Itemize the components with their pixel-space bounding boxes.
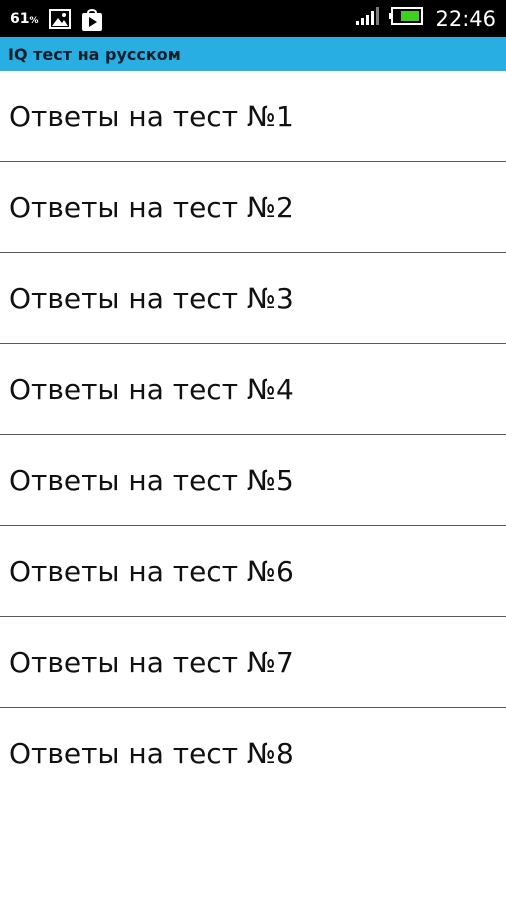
battery-percent-text: 61%: [10, 10, 39, 27]
clock: 22:46: [435, 6, 496, 31]
list-item-label: Ответы на тест №4: [9, 372, 294, 406]
gallery-icon: [48, 8, 71, 30]
status-bar-left: 61%: [10, 0, 103, 37]
list-item[interactable]: Ответы на тест №8: [0, 708, 506, 798]
list-item-label: Ответы на тест №2: [9, 190, 294, 224]
app-title-bar: IQ тест на русском: [0, 37, 506, 71]
list-item[interactable]: Ответы на тест №6: [0, 526, 506, 617]
list-item-label: Ответы на тест №1: [9, 99, 294, 133]
list-item[interactable]: Ответы на тест №2: [0, 162, 506, 253]
list-item[interactable]: Ответы на тест №4: [0, 344, 506, 435]
list-item[interactable]: Ответы на тест №1: [0, 71, 506, 162]
app-title: IQ тест на русском: [8, 44, 181, 64]
list-item[interactable]: Ответы на тест №5: [0, 435, 506, 526]
status-bar: 61% 22:46: [0, 0, 506, 37]
list-item-label: Ответы на тест №8: [9, 736, 294, 770]
list-item[interactable]: Ответы на тест №3: [0, 253, 506, 344]
battery-icon: [389, 7, 424, 30]
signal-icon: [355, 6, 381, 31]
list-item-label: Ответы на тест №3: [9, 281, 294, 315]
play-store-icon: [81, 8, 103, 31]
list-item-label: Ответы на тест №6: [9, 554, 294, 588]
status-bar-right: 22:46: [355, 0, 496, 37]
answers-list: Ответы на тест №1 Ответы на тест №2 Отве…: [0, 71, 506, 798]
list-item-label: Ответы на тест №7: [9, 645, 294, 679]
list-item[interactable]: Ответы на тест №7: [0, 617, 506, 708]
list-item-label: Ответы на тест №5: [9, 463, 294, 497]
